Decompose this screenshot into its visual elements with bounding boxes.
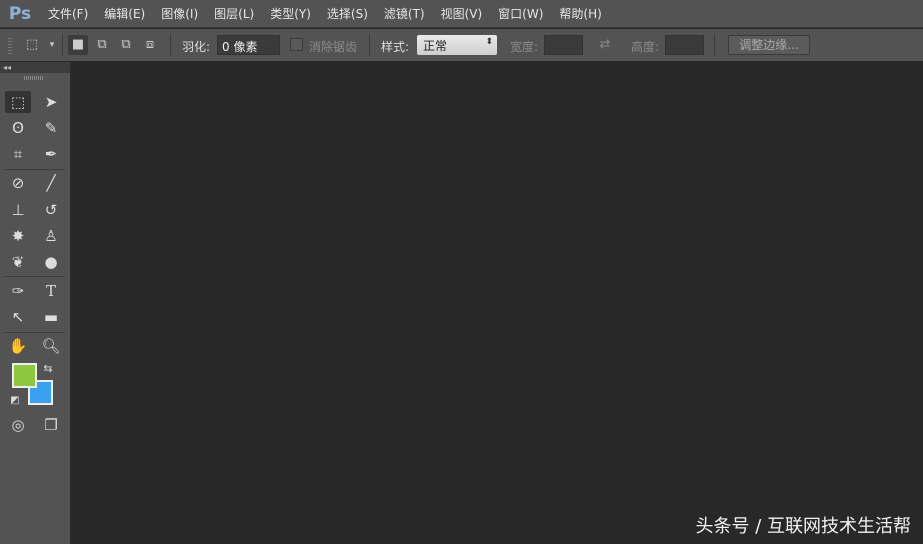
pen-icon[interactable]: ✑ xyxy=(5,280,31,302)
watermark: 头条号 / 互联网技术生活帮 xyxy=(695,516,911,537)
menu-layer[interactable]: 图层(L) xyxy=(206,5,262,22)
menu-file[interactable]: 文件(F) xyxy=(40,5,96,22)
divider xyxy=(5,169,65,170)
height-label: 高度: xyxy=(631,40,660,54)
new-selection-icon[interactable]: ■ xyxy=(68,35,88,55)
menu-type[interactable]: 类型(Y) xyxy=(262,5,319,22)
brush-icon[interactable]: ╱ xyxy=(38,172,64,194)
menu-bar: Ps 文件(F) 编辑(E) 图像(I) 图层(L) 类型(Y) 选择(S) 滤… xyxy=(0,0,923,28)
rectangle-shape-icon[interactable]: ▬ xyxy=(38,306,64,328)
dodge-icon[interactable]: ● xyxy=(38,251,64,273)
foreground-color-swatch[interactable] xyxy=(12,363,37,388)
divider xyxy=(5,332,65,333)
healing-brush-icon[interactable]: ⊘ xyxy=(5,172,31,194)
zoom-icon[interactable]: 🔍︎ xyxy=(38,335,64,357)
options-bar: ⬚ ▾ ■ ⧉ ⧉ ⧈ 羽化: 0 像素 消除锯齿 样式: 正常 ⬍ 宽度: ⇄ … xyxy=(0,29,923,62)
width-label: 宽度: xyxy=(510,40,539,54)
path-selection-icon[interactable]: ↖ xyxy=(5,306,31,328)
app-logo: Ps xyxy=(8,3,32,24)
default-colors-icon[interactable]: ◩ xyxy=(5,390,25,412)
swap-icon[interactable]: ⇄ xyxy=(595,35,615,55)
style-select[interactable]: 正常 ⬍ xyxy=(417,35,497,55)
eraser-icon[interactable]: ✸ xyxy=(5,225,31,247)
toolbox: ◂◂ ⬚ ➤ ʘ ✎ ⌗ ✒ ⊘ ╱ ⊥ ↺ ✸ ♙ ❦ ● ✑ T ↖ ▬ ✋… xyxy=(0,62,71,544)
menu-help[interactable]: 帮助(H) xyxy=(551,5,609,22)
feather-input[interactable]: 0 像素 xyxy=(217,35,280,55)
divider xyxy=(62,34,63,56)
menu-window[interactable]: 窗口(W) xyxy=(490,5,551,22)
rectangular-marquee-icon[interactable]: ⬚ xyxy=(5,91,31,113)
updown-icon: ⬍ xyxy=(485,37,493,47)
style-value: 正常 xyxy=(423,39,448,53)
quick-mask-icon[interactable]: ◎ xyxy=(5,414,31,436)
menu-view[interactable]: 视图(V) xyxy=(433,5,491,22)
divider xyxy=(5,276,65,277)
menu-filter[interactable]: 滤镜(T) xyxy=(376,5,433,22)
collapse-icon[interactable]: ◂◂ xyxy=(0,62,70,73)
marquee-preset-icon[interactable]: ⬚ xyxy=(22,35,42,55)
height-input[interactable] xyxy=(665,35,704,55)
chevron-down-icon[interactable]: ▾ xyxy=(42,35,62,55)
divider xyxy=(369,34,370,56)
swap-colors-icon[interactable]: ⇆ xyxy=(38,358,58,380)
quick-selection-icon[interactable]: ✎ xyxy=(38,117,64,139)
type-icon[interactable]: T xyxy=(38,280,64,302)
feather-label: 羽化: xyxy=(182,40,211,54)
antialias-label: 消除锯齿 xyxy=(309,40,358,54)
antialias-checkbox[interactable] xyxy=(290,38,303,51)
intersect-selection-icon[interactable]: ⧈ xyxy=(140,35,160,55)
clone-stamp-icon[interactable]: ⊥ xyxy=(5,199,31,221)
blur-icon[interactable]: ❦ xyxy=(5,251,31,273)
lasso-icon[interactable]: ʘ xyxy=(5,117,31,139)
divider xyxy=(170,34,171,56)
hand-icon[interactable]: ✋ xyxy=(5,335,31,357)
divider xyxy=(714,34,715,56)
toolbox-grip[interactable] xyxy=(24,76,44,80)
menu-edit[interactable]: 编辑(E) xyxy=(96,5,153,22)
menu-select[interactable]: 选择(S) xyxy=(319,5,376,22)
refine-edge-button[interactable]: 调整边缘... xyxy=(728,35,810,55)
width-input[interactable] xyxy=(544,35,583,55)
paint-bucket-icon[interactable]: ♙ xyxy=(38,225,64,247)
menu-image[interactable]: 图像(I) xyxy=(153,5,206,22)
screen-mode-icon[interactable]: ❐ xyxy=(38,414,64,436)
add-selection-icon[interactable]: ⧉ xyxy=(92,35,112,55)
options-grip[interactable] xyxy=(8,38,12,54)
crop-icon[interactable]: ⌗ xyxy=(5,143,31,165)
move-tool-icon[interactable]: ➤ xyxy=(38,91,64,113)
history-brush-icon[interactable]: ↺ xyxy=(38,199,64,221)
subtract-selection-icon[interactable]: ⧉ xyxy=(116,35,136,55)
style-label: 样式: xyxy=(381,40,410,54)
eyedropper-icon[interactable]: ✒ xyxy=(38,143,64,165)
